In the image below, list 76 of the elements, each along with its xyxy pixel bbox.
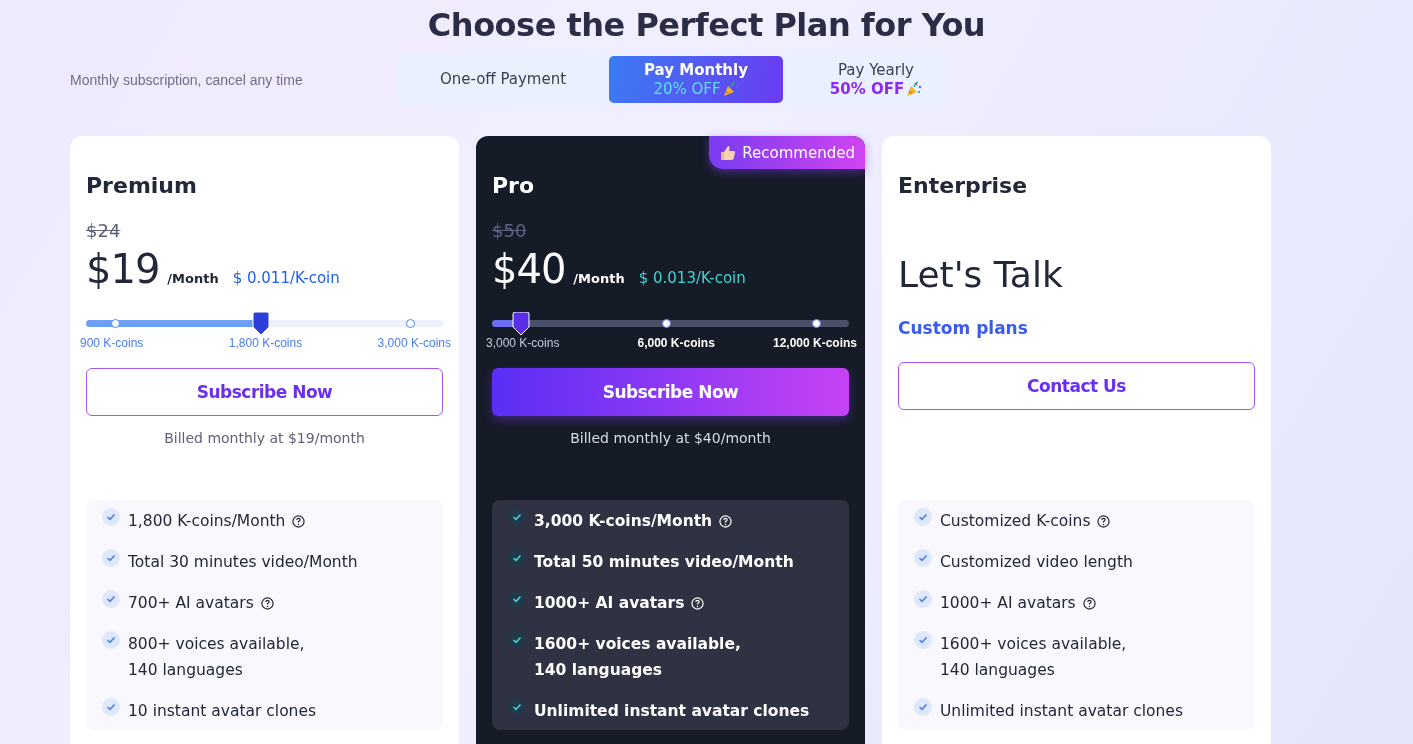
- coin-option[interactable]: 3,000 K-coins: [377, 336, 451, 350]
- slider-handle[interactable]: [511, 312, 530, 336]
- feature-text: 1600+ voices available, 140 languages: [940, 634, 1127, 681]
- check-icon: [508, 698, 526, 716]
- party-popper-icon: [906, 81, 923, 97]
- recommended-badge: Recommended: [709, 136, 865, 169]
- slider-stop[interactable]: [811, 319, 821, 328]
- check-icon: [102, 549, 120, 567]
- check-icon: [508, 631, 526, 649]
- coin-option[interactable]: 900 K-coins: [80, 336, 144, 350]
- subscription-note: Monthly subscription, cancel any time: [70, 72, 303, 88]
- coin-option[interactable]: 12,000 K-coins: [772, 336, 857, 350]
- contact-button[interactable]: Contact Us: [898, 362, 1255, 410]
- billing-tab[interactable]: Pay Monthly 20% OFF: [609, 56, 783, 103]
- plan-name: Premium: [86, 172, 197, 200]
- feature-text: 1,800 K-coins/Month: [128, 511, 286, 532]
- feature-text: Unlimited instant avatar clones: [534, 701, 810, 722]
- check-icon: [508, 508, 526, 526]
- contact-headline: Let's Talk: [898, 253, 1063, 297]
- page-title: Choose the Perfect Plan for You: [427, 6, 986, 44]
- coin-slider[interactable]: [492, 312, 849, 338]
- check-icon: [914, 508, 932, 526]
- slider-stop[interactable]: [405, 319, 415, 328]
- original-price: $50: [492, 220, 527, 242]
- plan-name: Pro: [492, 172, 535, 200]
- check-icon: [508, 549, 526, 567]
- price: $40: [492, 246, 566, 292]
- feature-text: 1000+ AI avatars: [534, 593, 685, 614]
- unit-price: $ 0.011/K-coin: [232, 269, 340, 287]
- feature-text: 800+ voices available, 140 languages: [128, 634, 305, 681]
- party-popper-icon: [722, 81, 739, 97]
- period-label: /Month: [573, 271, 625, 286]
- help-icon[interactable]: [1082, 597, 1096, 610]
- slider-stop[interactable]: [661, 319, 671, 328]
- plan-name: Enterprise: [898, 172, 1028, 200]
- coin-option[interactable]: 1,800 K-coins: [228, 336, 303, 350]
- coin-option[interactable]: 6,000 K-coins: [637, 336, 715, 350]
- help-icon[interactable]: [260, 597, 274, 610]
- check-icon: [914, 590, 932, 608]
- feature-text: 1600+ voices available, 140 languages: [534, 634, 741, 681]
- coin-option[interactable]: 3,000 K-coins: [486, 336, 560, 350]
- period-label: /Month: [167, 271, 219, 286]
- check-icon: [102, 508, 120, 526]
- help-icon[interactable]: [1097, 515, 1111, 528]
- discount-label: 20% OFF: [653, 79, 721, 99]
- slider-handle[interactable]: [251, 312, 270, 336]
- check-icon: [914, 698, 932, 716]
- check-icon: [508, 590, 526, 608]
- subscribe-button[interactable]: Subscribe Now: [492, 368, 849, 416]
- feature-text: 10 instant avatar clones: [128, 701, 317, 722]
- unit-price: $ 0.013/K-coin: [638, 269, 746, 287]
- original-price: $24: [86, 220, 121, 242]
- slider-stop[interactable]: [110, 319, 120, 328]
- price: $19: [86, 246, 160, 292]
- feature-text: Unlimited instant avatar clones: [940, 701, 1183, 722]
- thumbs-up-icon: [719, 143, 738, 162]
- feature-text: 700+ AI avatars: [128, 593, 254, 614]
- check-icon: [914, 631, 932, 649]
- check-icon: [914, 549, 932, 567]
- feature-text: 1000+ AI avatars: [940, 593, 1076, 614]
- help-icon[interactable]: [292, 515, 306, 528]
- check-icon: [102, 631, 120, 649]
- billing-note: Billed monthly at $19/month: [164, 430, 365, 446]
- subscribe-button[interactable]: Subscribe Now: [86, 368, 443, 416]
- feature-text: 3,000 K-coins/Month: [534, 511, 713, 532]
- feature-text: Total 30 minutes video/Month: [128, 552, 358, 573]
- billing-note: Billed monthly at $40/month: [570, 430, 771, 446]
- feature-text: Customized video length: [940, 552, 1133, 573]
- custom-plans-link[interactable]: Custom plans: [898, 318, 1028, 338]
- discount-label: 50% OFF: [829, 79, 905, 99]
- feature-text: Customized K-coins: [940, 511, 1091, 532]
- check-icon: [102, 698, 120, 716]
- feature-text: Total 50 minutes video/Month: [534, 552, 794, 573]
- billing-tab[interactable]: One-off Payment: [403, 56, 603, 103]
- check-icon: [102, 590, 120, 608]
- billing-tab[interactable]: Pay Yearly 50% OFF: [789, 56, 963, 103]
